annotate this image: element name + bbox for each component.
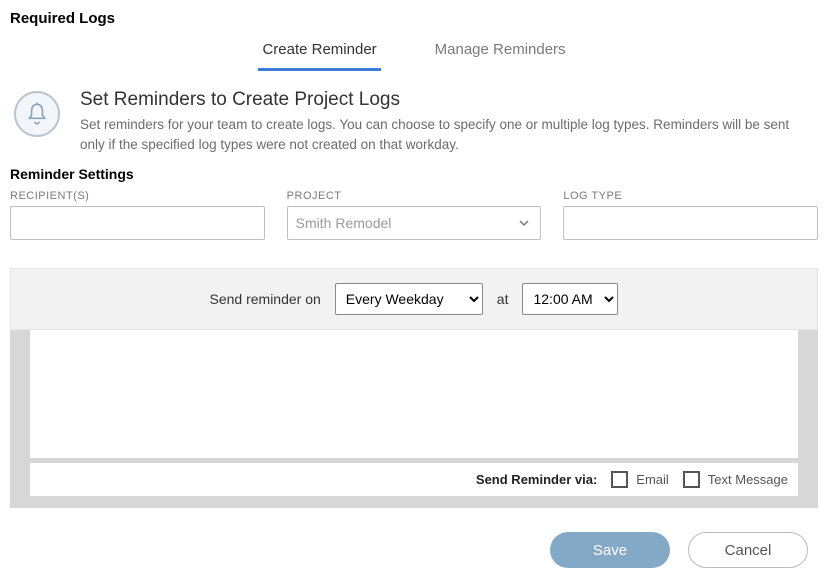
schedule-at: at [497,291,509,307]
page-title: Required Logs [0,0,828,33]
schedule-prefix: Send reminder on [210,291,321,307]
save-button[interactable]: Save [550,532,670,568]
field-project: PROJECT Smith Remodel [287,190,542,240]
tab-create-reminder[interactable]: Create Reminder [258,35,380,71]
text-option-label: Text Message [708,472,788,487]
fields-row: RECIPIENT(S) PROJECT Smith Remodel LOG T… [0,190,828,240]
recipients-input[interactable] [10,206,265,240]
cancel-button[interactable]: Cancel [688,532,808,568]
send-via-row: Send Reminder via: Email Text Message [30,463,798,496]
send-via-label: Send Reminder via: [476,472,597,487]
project-select[interactable]: Smith Remodel [287,206,542,240]
intro-section: Set Reminders to Create Project Logs Set… [0,71,828,162]
logtype-label: LOG TYPE [563,190,818,202]
project-label: PROJECT [287,190,542,202]
time-select[interactable]: 12:00 AM [522,283,618,315]
text-checkbox[interactable] [683,471,700,488]
intro-heading: Set Reminders to Create Project Logs [80,89,800,111]
frequency-select[interactable]: Every Weekday [335,283,483,315]
bell-icon-wrap [12,89,62,154]
logtype-input[interactable] [563,206,818,240]
field-logtype: LOG TYPE [563,190,818,240]
message-box: Send Reminder via: Email Text Message [10,330,818,508]
reminder-settings-title: Reminder Settings [0,162,828,190]
email-option-label: Email [636,472,669,487]
field-recipients: RECIPIENT(S) [10,190,265,240]
footer-buttons: Save Cancel [0,508,828,568]
tab-manage-reminders[interactable]: Manage Reminders [431,35,570,71]
bell-icon [14,91,60,137]
recipients-label: RECIPIENT(S) [10,190,265,202]
message-textarea[interactable] [30,330,798,458]
email-checkbox[interactable] [611,471,628,488]
schedule-bar: Send reminder on Every Weekday at 12:00 … [10,268,818,330]
intro-body: Set reminders for your team to create lo… [80,115,800,154]
tabs: Create Reminder Manage Reminders [0,35,828,71]
intro-text: Set Reminders to Create Project Logs Set… [80,89,800,154]
